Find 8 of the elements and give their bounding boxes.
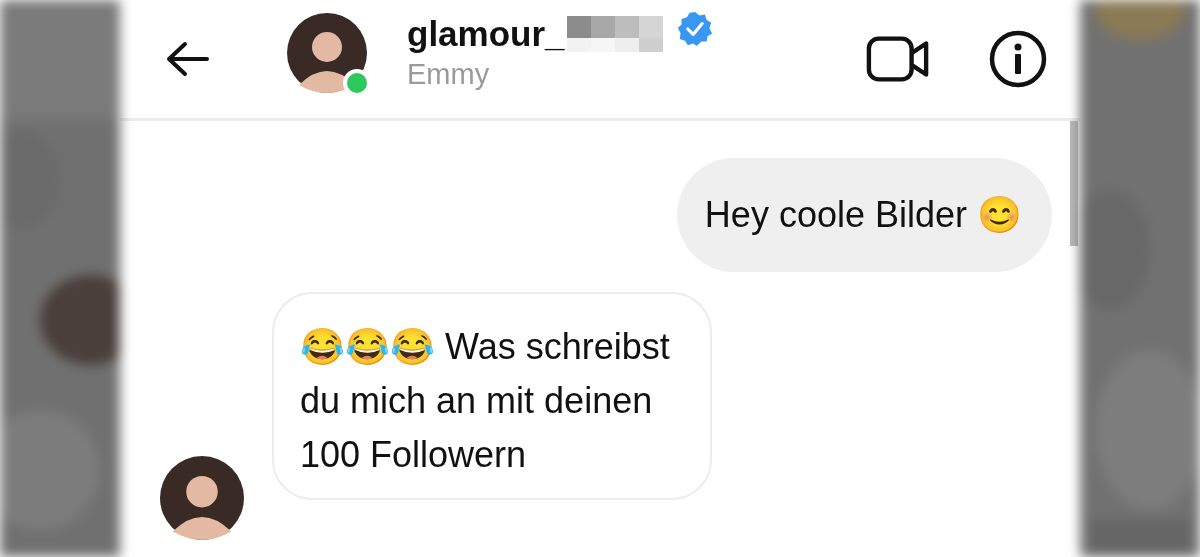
info-icon[interactable] [988,29,1048,89]
message-bubble: Hey coole Bilder 😊 [676,158,1052,272]
message-bubble: 😂😂😂 Was schreibst du mich an mit deinen 100 Followern [272,292,712,500]
username: glamour_ [407,13,565,54]
display-name: Emmy [407,57,491,91]
back-icon[interactable] [165,41,209,77]
scrollbar[interactable] [1070,121,1078,246]
video-camera-icon[interactable] [866,33,930,85]
